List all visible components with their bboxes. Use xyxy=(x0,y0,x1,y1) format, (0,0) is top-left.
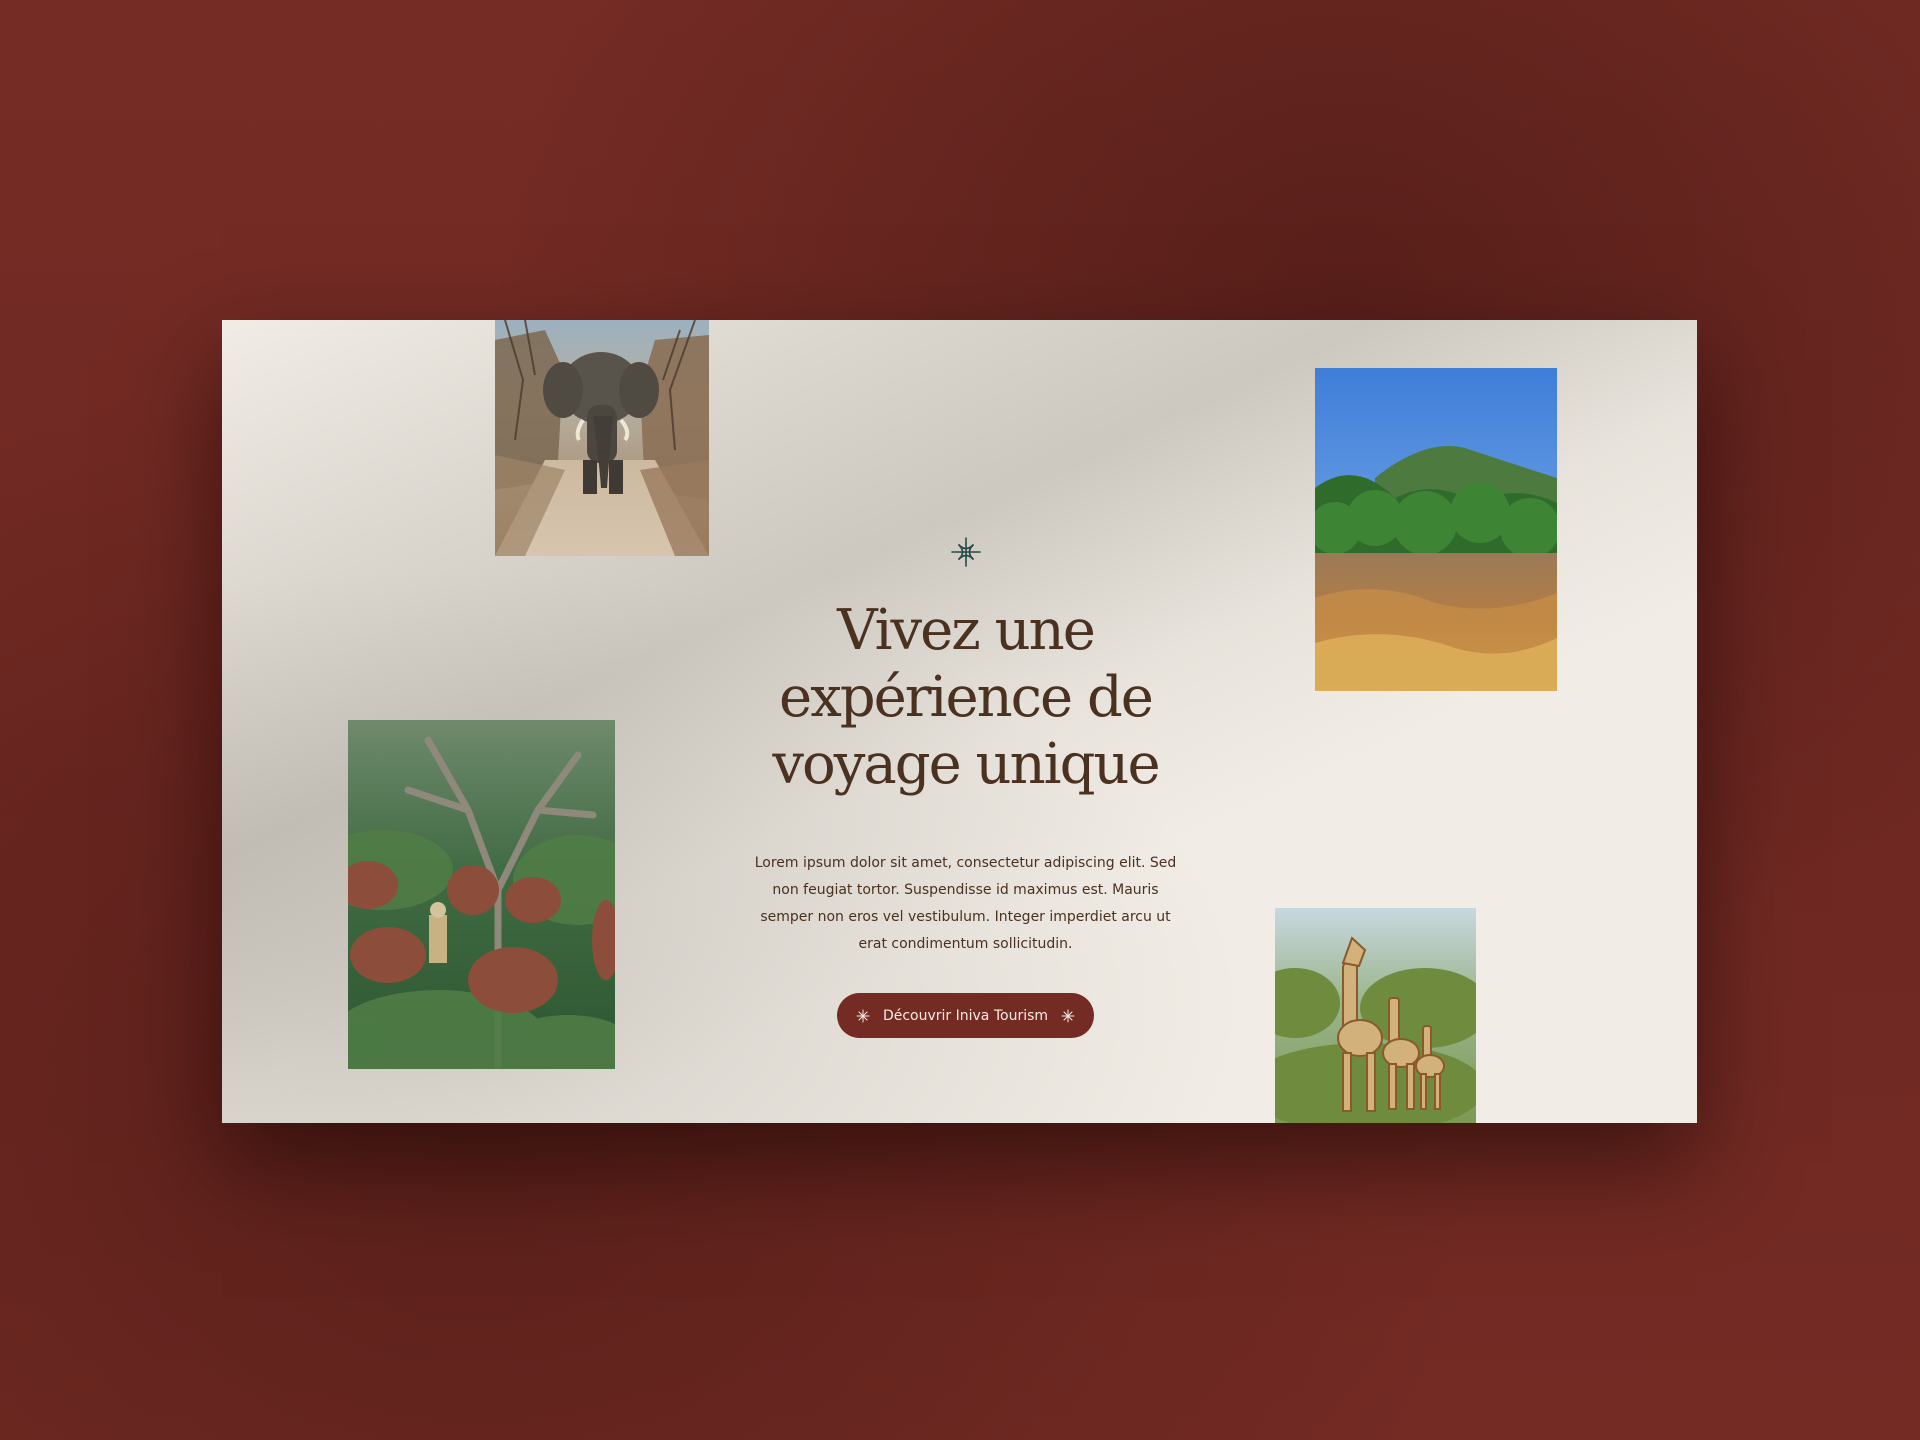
hero-description: Lorem ipsum dolor sit amet, consectetur … xyxy=(754,855,1177,952)
discover-button-label: Découvrir Iniva Tourism xyxy=(882,1007,1049,1024)
hero-content: Vivez une expérience de voyage unique Lo… xyxy=(722,535,1209,1038)
discover-button[interactable]: Découvrir Iniva Tourism xyxy=(836,993,1095,1038)
sparkle-icon xyxy=(1061,1009,1075,1022)
sparkle-icon xyxy=(856,1009,870,1022)
elephant-herd-photo xyxy=(348,720,615,1069)
landscape-photo xyxy=(1315,368,1557,691)
presentation-background: Vivez une expérience de voyage unique Lo… xyxy=(0,0,1920,1440)
page-title: Vivez une expérience de voyage unique xyxy=(772,598,1160,797)
compass-star-icon xyxy=(950,537,981,567)
hero-section: Vivez une expérience de voyage unique Lo… xyxy=(222,320,1697,1123)
giraffe-photo xyxy=(1275,908,1476,1123)
elephant-photo xyxy=(495,320,709,556)
